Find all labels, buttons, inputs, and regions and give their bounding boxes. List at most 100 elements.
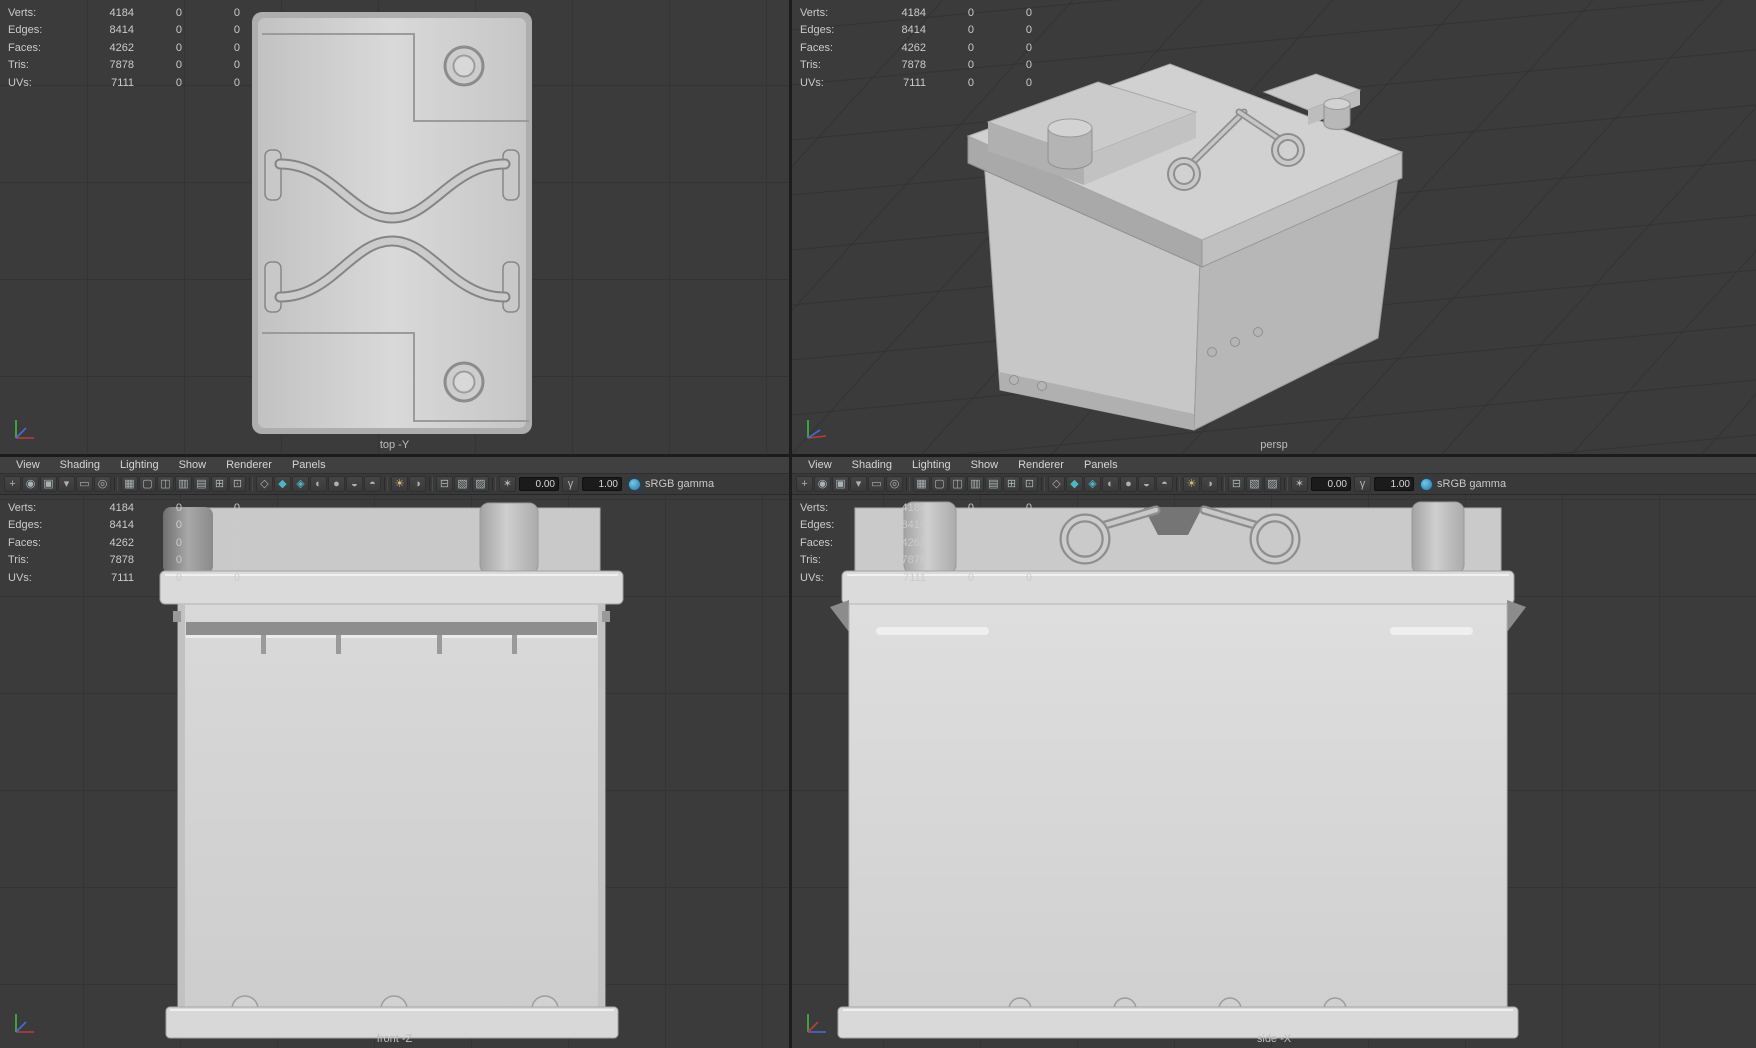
use-default-material-icon[interactable]: ◐ <box>1102 476 1119 492</box>
field-chart-icon[interactable]: ▤ <box>985 476 1002 492</box>
lock-camera-icon[interactable]: ◉ <box>22 476 39 492</box>
gamma-field[interactable]: 1.00 <box>582 477 622 491</box>
menu-show[interactable]: Show <box>961 459 1009 471</box>
select-camera-icon[interactable]: + <box>796 476 813 492</box>
gate-mask-icon[interactable]: ▥ <box>967 476 984 492</box>
image-plane-icon[interactable]: ▭ <box>868 476 885 492</box>
exposure-toggle-icon[interactable]: ✶ <box>1291 476 1308 492</box>
isolate-select-icon[interactable]: ⊟ <box>436 476 453 492</box>
textured-icon[interactable]: ◈ <box>1084 476 1101 492</box>
smooth-shade-icon[interactable]: ◆ <box>1066 476 1083 492</box>
bookmarks-icon[interactable]: ▾ <box>58 476 75 492</box>
menu-shading[interactable]: Shading <box>50 459 110 471</box>
safe-title-icon[interactable]: ⊡ <box>229 476 246 492</box>
safe-action-icon[interactable]: ⊞ <box>1003 476 1020 492</box>
exposure-field[interactable]: 0.00 <box>519 477 559 491</box>
front-view-canvas[interactable]: Verts: 4184 0 0 Edges: 8414 0 0 Faces: 4… <box>0 495 789 1048</box>
ambient-occlusion-icon[interactable]: ◒ <box>346 476 363 492</box>
hud-value-selected: 0 <box>967 571 974 584</box>
gamma-toggle-icon[interactable]: γ <box>1354 476 1371 492</box>
field-chart-icon[interactable]: ▤ <box>193 476 210 492</box>
hud-row: Tris: 7878 0 0 <box>8 552 240 570</box>
grid-icon[interactable]: ▦ <box>121 476 138 492</box>
hud-row: UVs: 7111 0 0 <box>8 74 240 92</box>
hud-value-selected: 0 <box>175 59 182 72</box>
menu-renderer[interactable]: Renderer <box>216 459 282 471</box>
pan-zoom-icon[interactable]: ◎ <box>886 476 903 492</box>
image-plane-icon[interactable]: ▭ <box>76 476 93 492</box>
xray-icon[interactable]: ▧ <box>1246 476 1263 492</box>
xray-joints-icon[interactable]: ▨ <box>1264 476 1281 492</box>
hud-value-selected: 0 <box>175 6 182 19</box>
hud-value-total: 7878 <box>109 59 134 72</box>
menu-show[interactable]: Show <box>169 459 217 471</box>
shadows-icon[interactable]: ● <box>328 476 345 492</box>
toolbar-separator <box>249 477 253 491</box>
top-view-canvas[interactable]: Verts: 4184 0 0 Edges: 8414 0 0 Faces: 4… <box>0 0 789 454</box>
pan-zoom-icon[interactable]: ◎ <box>94 476 111 492</box>
hud-value-total: 4262 <box>901 41 926 54</box>
xray-joints-icon[interactable]: ▨ <box>472 476 489 492</box>
view-transform-select[interactable]: sRGB gamma <box>1420 477 1506 491</box>
menu-view[interactable]: View <box>6 459 50 471</box>
safe-action-icon[interactable]: ⊞ <box>211 476 228 492</box>
shadows-toggle-icon[interactable]: ◑ <box>409 476 426 492</box>
hud-value-total: 7878 <box>901 59 926 72</box>
safe-title-icon[interactable]: ⊡ <box>1021 476 1038 492</box>
gate-mask-icon[interactable]: ▥ <box>175 476 192 492</box>
toolbar-icons: + ◉ ▣ ▾ ▭ ◎ ▦ ▢ ◫ ▥ ▤ ⊞ ⊡ ◇ ◆ ◈ ◐ ● ◒ ◓ ☀ ◑ ⊟ ▧ ▨ <box>4 476 498 492</box>
hud-row: Edges: 8414 0 0 <box>8 22 240 40</box>
menu-shading[interactable]: Shading <box>842 459 902 471</box>
side-view-canvas[interactable]: Verts: 4184 0 0 Edges: 8414 0 0 Faces: 4… <box>792 495 1756 1048</box>
exposure-field[interactable]: 0.00 <box>1311 477 1351 491</box>
viewport-front: View Shading Lighting Show Renderer Panels + ◉… <box>0 457 789 1048</box>
film-gate-icon[interactable]: ▢ <box>931 476 948 492</box>
hud-label: Edges: <box>8 519 43 532</box>
lights-icon[interactable]: ☀ <box>1183 476 1200 492</box>
use-default-material-icon[interactable]: ◐ <box>310 476 327 492</box>
wireframe-icon[interactable]: ◇ <box>1048 476 1065 492</box>
menu-view[interactable]: View <box>798 459 842 471</box>
hud-value-total: 4184 <box>901 501 926 514</box>
textured-icon[interactable]: ◈ <box>292 476 309 492</box>
hud-value-selected: 0 <box>175 554 182 567</box>
viewport-label-top: top -Y <box>379 439 410 451</box>
lock-camera-icon[interactable]: ◉ <box>814 476 831 492</box>
wireframe-icon[interactable]: ◇ <box>256 476 273 492</box>
camera-attributes-icon[interactable]: ▣ <box>40 476 57 492</box>
motion-blur-icon[interactable]: ◓ <box>364 476 381 492</box>
hud-value-total: 8414 <box>109 24 134 37</box>
exposure-toggle-icon[interactable]: ✶ <box>499 476 516 492</box>
resolution-gate-icon[interactable]: ◫ <box>949 476 966 492</box>
view-transform-select[interactable]: sRGB gamma <box>628 477 714 491</box>
persp-view-canvas[interactable]: Verts: 4184 0 0 Edges: 8414 0 0 Faces: 4… <box>792 0 1756 454</box>
shadows-toggle-icon[interactable]: ◑ <box>1201 476 1218 492</box>
menu-lighting[interactable]: Lighting <box>902 459 961 471</box>
menu-panels[interactable]: Panels <box>1074 459 1128 471</box>
resolution-gate-icon[interactable]: ◫ <box>157 476 174 492</box>
gamma-toggle-icon[interactable]: γ <box>562 476 579 492</box>
grid-icon[interactable]: ▦ <box>913 476 930 492</box>
hud-label: Tris: <box>800 59 821 72</box>
hud-label: Edges: <box>8 24 43 37</box>
smooth-shade-icon[interactable]: ◆ <box>274 476 291 492</box>
bookmarks-icon[interactable]: ▾ <box>850 476 867 492</box>
xray-icon[interactable]: ▧ <box>454 476 471 492</box>
hud-value-selected: 0 <box>967 501 974 514</box>
isolate-select-icon[interactable]: ⊟ <box>1228 476 1245 492</box>
menu-lighting[interactable]: Lighting <box>110 459 169 471</box>
ambient-occlusion-icon[interactable]: ◒ <box>1138 476 1155 492</box>
select-camera-icon[interactable]: + <box>4 476 21 492</box>
toolbar-separator <box>1284 477 1288 491</box>
menu-panels[interactable]: Panels <box>282 459 336 471</box>
lights-icon[interactable]: ☀ <box>391 476 408 492</box>
viewport-side: View Shading Lighting Show Renderer Panels + ◉… <box>792 457 1756 1048</box>
hud-row: Edges: 8414 0 0 <box>8 517 240 535</box>
motion-blur-icon[interactable]: ◓ <box>1156 476 1173 492</box>
film-gate-icon[interactable]: ▢ <box>139 476 156 492</box>
gamma-field[interactable]: 1.00 <box>1374 477 1414 491</box>
hud-value-other: 0 <box>233 6 240 19</box>
menu-renderer[interactable]: Renderer <box>1008 459 1074 471</box>
camera-attributes-icon[interactable]: ▣ <box>832 476 849 492</box>
shadows-icon[interactable]: ● <box>1120 476 1137 492</box>
